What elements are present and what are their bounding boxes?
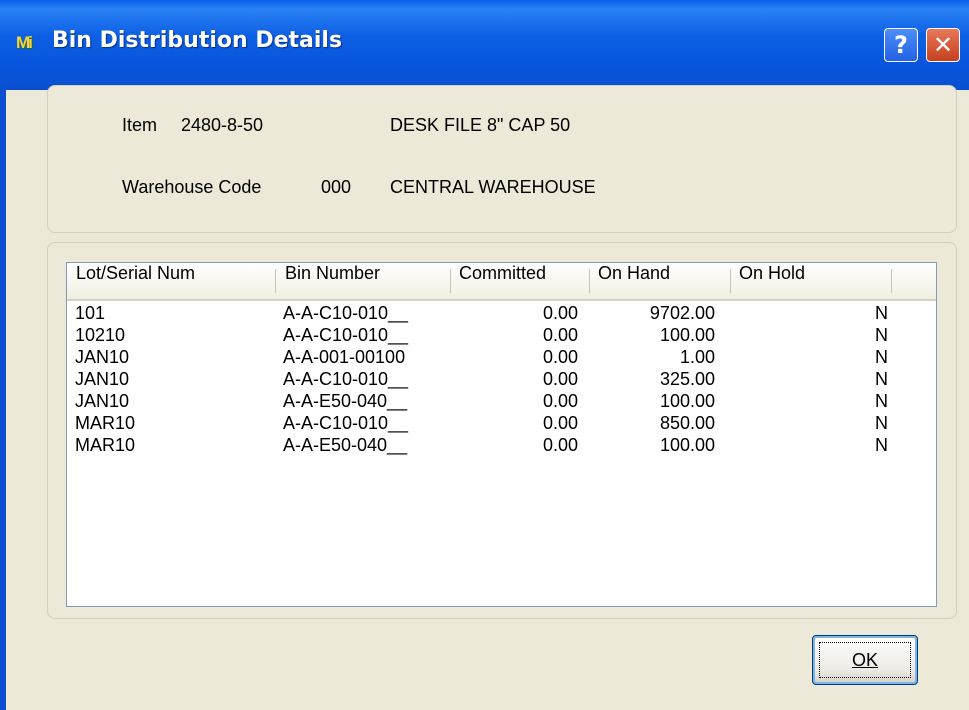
on-hand-cell: 100.00 [659,391,715,411]
item-info-group [47,85,957,233]
column-header-on-hand[interactable]: On Hand [589,263,730,299]
window-title: Bin Distribution Details [52,28,343,53]
on-hand-cell: 100.00 [659,325,715,345]
committed-cell: 0.00 [542,347,578,367]
table-row[interactable]: JAN10 A-A-001-00100 0.00 1.00 N [67,347,936,369]
column-header-on-hold[interactable]: On Hold [730,263,891,299]
lot-cell: JAN10 [75,369,130,389]
lot-cell: 10210 [75,325,126,345]
bin-cell: A-A-E50-040__ [283,435,408,455]
table-row[interactable]: MAR10 A-A-C10-010__ 0.00 850.00 N [67,413,936,435]
table-row[interactable]: MAR10 A-A-E50-040__ 0.00 100.00 N [67,435,936,457]
focus-rectangle [819,642,911,678]
on-hold-cell: N [875,391,888,411]
on-hand-cell: 850.00 [659,413,715,433]
committed-cell: 0.00 [542,413,578,433]
table-row[interactable]: JAN10 A-A-E50-040__ 0.00 100.00 N [67,391,936,413]
bin-cell: A-A-001-00100 [283,347,406,367]
bin-cell: A-A-C10-010__ [283,369,409,389]
item-number: 2480-8-50 [181,115,264,135]
item-label: Item [122,115,158,135]
on-hand-cell: 100.00 [659,435,715,455]
item-description: DESK FILE 8" CAP 50 [390,115,571,135]
table-row[interactable]: JAN10 A-A-C10-010__ 0.00 325.00 N [67,369,936,391]
lot-cell: MAR10 [75,435,136,455]
bin-cell: A-A-C10-010__ [283,303,409,323]
help-button[interactable]: ? [884,28,918,62]
bin-cell: A-A-C10-010__ [283,325,409,345]
title-bar[interactable]: Mi Bin Distribution Details ? ✕ [0,0,969,90]
window-frame [0,90,6,710]
committed-cell: 0.00 [542,391,578,411]
table-row[interactable]: 10210 A-A-C10-010__ 0.00 100.00 N [67,325,936,347]
on-hold-cell: N [875,325,888,345]
ok-button[interactable]: OK [812,635,918,685]
lot-cell: JAN10 [75,347,130,367]
on-hand-cell: 9702.00 [649,303,715,323]
on-hold-cell: N [875,435,888,455]
column-header-lot[interactable]: Lot/Serial Num [67,263,276,299]
bin-distribution-list[interactable]: Lot/Serial Num Bin Number Committed On H… [66,262,937,607]
on-hold-cell: N [875,347,888,367]
committed-cell: 0.00 [542,303,578,323]
on-hold-cell: N [875,303,888,323]
lot-cell: JAN10 [75,391,130,411]
on-hand-cell: 325.00 [659,369,715,389]
committed-cell: 0.00 [542,369,578,389]
close-button[interactable]: ✕ [926,28,960,62]
lot-cell: 101 [75,303,106,323]
on-hold-cell: N [875,413,888,433]
committed-cell: 0.00 [542,325,578,345]
table-row[interactable]: 101 A-A-C10-010__ 0.00 9702.00 N [67,303,936,325]
lot-cell: MAR10 [75,413,136,433]
on-hand-cell: 1.00 [679,347,715,367]
warehouse-description: CENTRAL WAREHOUSE [390,177,596,197]
committed-cell: 0.00 [542,435,578,455]
list-header: Lot/Serial Num Bin Number Committed On H… [67,263,936,301]
column-header-bin[interactable]: Bin Number [276,263,456,299]
app-icon: Mi [16,33,33,52]
bin-cell: A-A-C10-010__ [283,413,409,433]
warehouse-label: Warehouse Code [122,177,262,197]
column-header-committed[interactable]: Committed [450,263,589,299]
on-hold-cell: N [875,369,888,389]
bin-cell: A-A-E50-040__ [283,391,408,411]
warehouse-code: 000 [321,177,352,197]
